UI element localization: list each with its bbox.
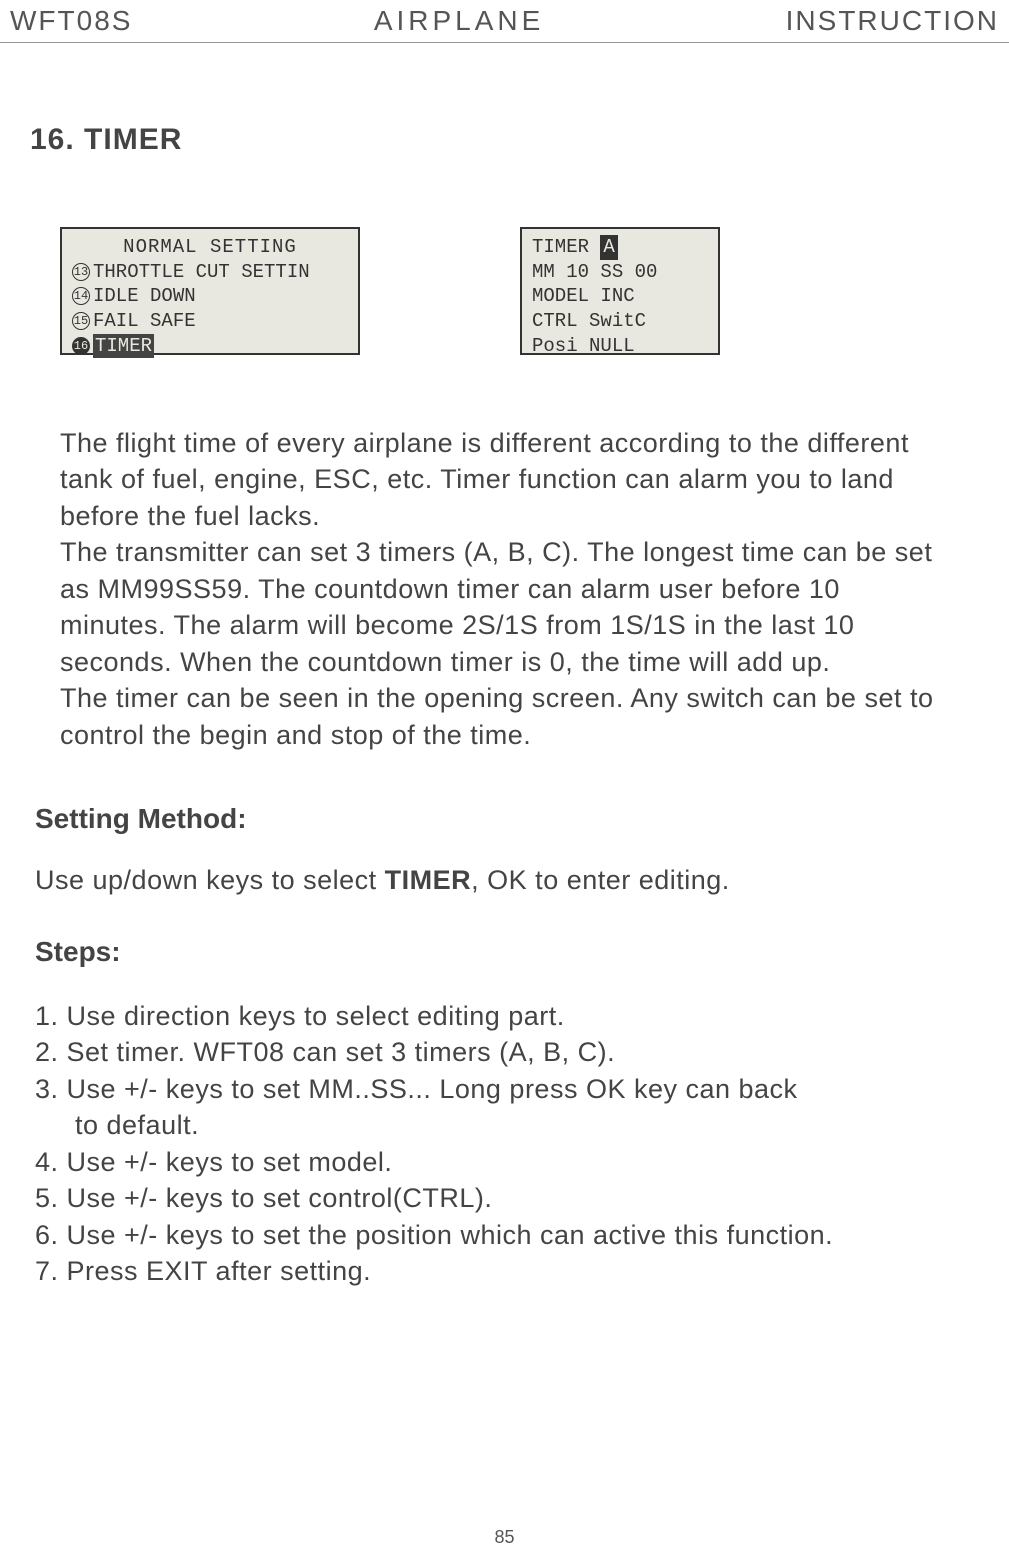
screen1-item13: 13THROTTLE CUT SETTIN <box>72 260 348 285</box>
screen2-line4: CTRL SwitC <box>532 309 708 334</box>
step-5: 5. Use +/- keys to set control(CTRL). <box>35 1180 1009 1216</box>
method-text-before: Use up/down keys to select <box>35 865 385 895</box>
screen1-item16-text: TIMER <box>93 334 154 359</box>
steps-list: 1. Use direction keys to select editing … <box>35 998 1009 1290</box>
lcd-screen-menu: NORMAL SETTING 13THROTTLE CUT SETTIN 14I… <box>60 227 360 355</box>
method-text-bold: TIMER <box>385 865 472 895</box>
step-7: 7. Press EXIT after setting. <box>35 1253 1009 1289</box>
screen1-item15-text: FAIL SAFE <box>93 310 196 332</box>
screen2-line2: MM 10 SS 00 <box>532 260 708 285</box>
screen1-title: NORMAL SETTING <box>72 235 348 260</box>
step-3b: to default. <box>35 1107 1009 1143</box>
setting-method-text: Use up/down keys to select TIMER, OK to … <box>35 865 1009 896</box>
screen1-item14-text: IDLE DOWN <box>93 285 196 307</box>
screen2-line5: Posi NULL <box>532 334 708 359</box>
section-title: 16. TIMER <box>30 123 1009 157</box>
header-left: WFT08S <box>10 5 132 37</box>
step-1: 1. Use direction keys to select editing … <box>35 998 1009 1034</box>
lcd-screenshots: NORMAL SETTING 13THROTTLE CUT SETTIN 14I… <box>60 227 1009 355</box>
header-right: INSTRUCTION <box>786 5 999 37</box>
description-p3: The timer can be seen in the opening scr… <box>60 680 949 753</box>
step-3a: 3. Use +/- keys to set MM..SS... Long pr… <box>35 1071 1009 1107</box>
page-number: 85 <box>494 1527 514 1548</box>
timer-value-highlighted: A <box>600 235 617 260</box>
method-text-after: , OK to enter editing. <box>471 865 730 895</box>
timer-label: TIMER <box>532 236 600 258</box>
screen1-item14: 14IDLE DOWN <box>72 284 348 309</box>
screen2-line1: TIMER A <box>532 235 708 260</box>
step-2: 2. Set timer. WFT08 can set 3 timers (A,… <box>35 1034 1009 1070</box>
circled-16-icon: 16 <box>72 337 90 355</box>
screen1-item13-text: THROTTLE CUT SETTIN <box>93 261 310 283</box>
header-center: AIRPLANE <box>374 5 545 37</box>
circled-14-icon: 14 <box>72 287 90 305</box>
screen1-item16-selected: 16TIMER <box>72 334 348 359</box>
description-p2: The transmitter can set 3 timers (A, B, … <box>60 534 949 680</box>
screen2-line3: MODEL INC <box>532 284 708 309</box>
circled-15-icon: 15 <box>72 312 90 330</box>
screen1-item15: 15FAIL SAFE <box>72 309 348 334</box>
lcd-screen-timer: TIMER A MM 10 SS 00 MODEL INC CTRL SwitC… <box>520 227 720 355</box>
description-p1: The flight time of every airplane is dif… <box>60 425 949 534</box>
steps-title: Steps: <box>35 936 1009 968</box>
description-text: The flight time of every airplane is dif… <box>60 425 949 753</box>
step-4: 4. Use +/- keys to set model. <box>35 1144 1009 1180</box>
setting-method-title: Setting Method: <box>35 803 1009 835</box>
page-header: WFT08S AIRPLANE INSTRUCTION <box>0 0 1009 43</box>
step-6: 6. Use +/- keys to set the position whic… <box>35 1217 1009 1253</box>
circled-13-icon: 13 <box>72 263 90 281</box>
